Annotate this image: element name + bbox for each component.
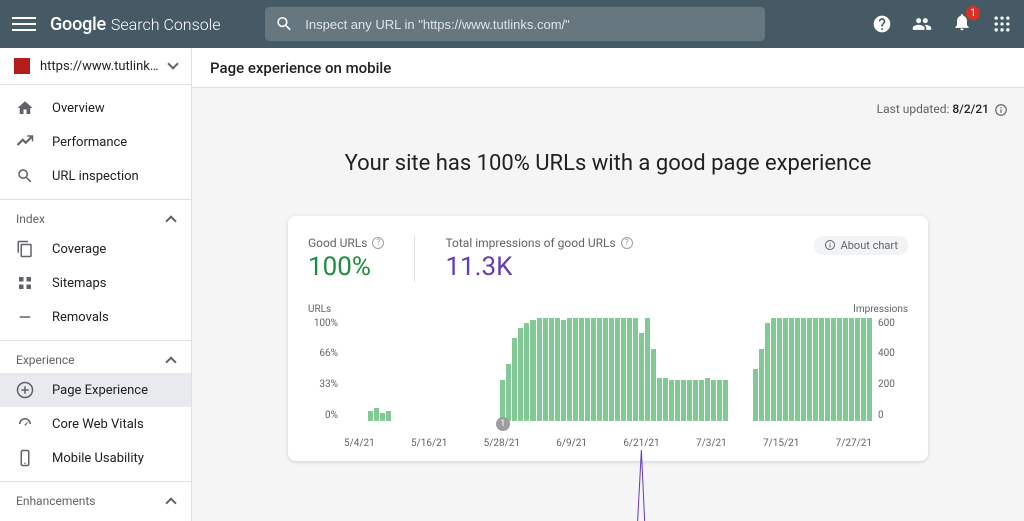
logo-google: Google xyxy=(50,14,106,35)
info-icon xyxy=(824,239,836,251)
info-icon[interactable] xyxy=(994,103,1008,117)
people-icon[interactable] xyxy=(912,14,932,34)
summary-headline: Your site has 100% URLs with a good page… xyxy=(208,151,1008,176)
metric-good-label: Good URLs xyxy=(308,236,367,250)
sidebar-item-label: Performance xyxy=(52,135,127,150)
sidebar-item-label: Overview xyxy=(52,101,105,116)
chart-line xyxy=(344,450,872,521)
sidebar-item-performance[interactable]: Performance xyxy=(0,125,191,159)
sidebar-item-overview[interactable]: Overview xyxy=(0,91,191,125)
sidebar-section-enhancements[interactable]: Enhancements xyxy=(0,488,191,514)
notifications[interactable]: 1 xyxy=(952,12,972,36)
speed-icon xyxy=(16,415,34,433)
metric-impr-value: 11.3K xyxy=(445,252,632,282)
sidebar-item-cwv[interactable]: Core Web Vitals xyxy=(0,407,191,441)
hamburger-menu-icon[interactable] xyxy=(12,12,36,36)
x-axis-ticks: 5/4/215/16/215/28/216/9/216/21/217/3/217… xyxy=(344,438,872,449)
url-inspect-input[interactable] xyxy=(305,17,754,32)
property-url: https://www.tutlinks.com/ xyxy=(40,59,159,74)
y-right-title: Impressions xyxy=(853,304,908,315)
chevron-up-icon xyxy=(165,356,176,367)
sidebar-item-removals[interactable]: Removals xyxy=(0,300,191,334)
last-updated: Last updated: 8/2/21 xyxy=(208,88,1008,131)
help-icon[interactable]: ? xyxy=(372,237,384,249)
sidebar-item-label: Removals xyxy=(52,310,109,325)
sidebar-item-label: URL inspection xyxy=(52,169,139,184)
sidebar-item-amp[interactable]: AMP xyxy=(0,514,191,521)
chart-annotation[interactable]: 1 xyxy=(496,417,510,431)
plus-icon xyxy=(16,381,34,399)
chevron-up-icon xyxy=(165,215,176,226)
chart[interactable]: URLs Impressions 100%66%33%0% 6004002000… xyxy=(308,304,908,449)
sidebar: https://www.tutlinks.com/ Overview Perfor… xyxy=(0,48,192,521)
sidebar-item-label: Sitemaps xyxy=(52,276,107,291)
apps-icon[interactable] xyxy=(992,14,1012,34)
help-icon[interactable]: ? xyxy=(621,237,633,249)
url-inspect-search[interactable] xyxy=(265,7,765,41)
metrics-card: Good URLs ? 100% Total impressions of go… xyxy=(288,216,928,461)
logo: Google Search Console xyxy=(50,14,221,35)
about-chart-button[interactable]: About chart xyxy=(814,236,908,255)
perf-icon xyxy=(16,133,34,151)
sidebar-item-label: Coverage xyxy=(52,242,106,257)
app-header: Google Search Console 1 xyxy=(0,0,1024,48)
notification-badge: 1 xyxy=(966,6,980,20)
sitemap-icon xyxy=(16,274,34,292)
sidebar-item-url-insp[interactable]: URL inspection xyxy=(0,159,191,193)
chevron-down-icon xyxy=(167,58,178,69)
help-icon[interactable] xyxy=(872,14,892,34)
page-title: Page experience on mobile xyxy=(192,48,1024,88)
property-selector[interactable]: https://www.tutlinks.com/ xyxy=(0,48,191,85)
sidebar-item-sitemaps[interactable]: Sitemaps xyxy=(0,266,191,300)
home-icon xyxy=(16,99,34,117)
sidebar-item-label: Page Experience xyxy=(52,383,148,398)
sidebar-section-index[interactable]: Index xyxy=(0,206,191,232)
header-actions: 1 xyxy=(872,12,1012,36)
search-icon xyxy=(16,167,34,185)
sidebar-item-page-exp[interactable]: Page Experience xyxy=(0,373,191,407)
sidebar-item-label: Mobile Usability xyxy=(52,451,144,466)
y-left-ticks: 100%66%33%0% xyxy=(308,318,342,421)
metric-good-value: 100% xyxy=(308,252,384,282)
chevron-up-icon xyxy=(165,497,176,508)
remove-icon xyxy=(16,308,34,326)
phone-icon xyxy=(16,449,34,467)
y-left-title: URLs xyxy=(308,304,331,315)
logo-search-console: Search Console xyxy=(111,15,221,34)
metric-impr-label: Total impressions of good URLs xyxy=(445,236,615,250)
sidebar-section-experience[interactable]: Experience xyxy=(0,347,191,373)
metric-good-urls[interactable]: Good URLs ? 100% xyxy=(308,236,415,282)
sidebar-item-label: Core Web Vitals xyxy=(52,417,144,432)
main-content: Page experience on mobile Last updated: … xyxy=(192,48,1024,521)
copy-icon xyxy=(16,240,34,258)
sidebar-item-coverage[interactable]: Coverage xyxy=(0,232,191,266)
sidebar-item-mob[interactable]: Mobile Usability xyxy=(0,441,191,475)
metric-impressions[interactable]: Total impressions of good URLs ? 11.3K xyxy=(445,236,632,282)
y-right-ticks: 6004002000 xyxy=(874,318,908,421)
search-icon xyxy=(275,14,294,34)
property-favicon xyxy=(14,58,30,74)
